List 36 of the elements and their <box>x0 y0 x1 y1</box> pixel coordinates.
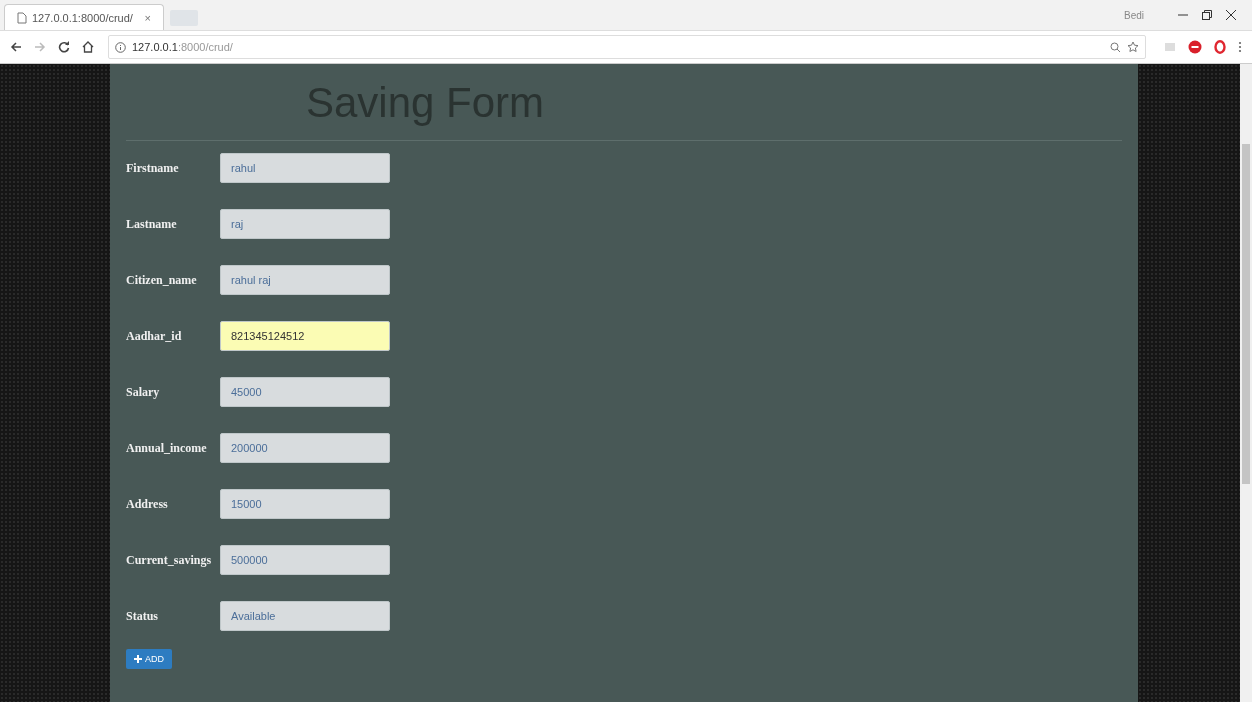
browser-tab[interactable]: 127.0.0.1:8000/crud/ × <box>4 4 164 30</box>
input-field[interactable]: 821345124512 <box>220 321 390 351</box>
input-field[interactable]: 200000 <box>220 433 390 463</box>
input-field[interactable]: rahul <box>220 153 390 183</box>
home-icon[interactable] <box>82 41 94 53</box>
close-icon[interactable] <box>1226 10 1236 20</box>
input-field[interactable]: rahul raj <box>220 265 390 295</box>
field-label: Lastname <box>126 216 178 232</box>
stop-sign-icon[interactable] <box>1188 40 1202 54</box>
field-label: Firstname <box>126 160 180 176</box>
input-field[interactable]: Available <box>220 601 390 631</box>
close-tab-button[interactable]: × <box>144 11 151 24</box>
reload-icon[interactable] <box>58 41 70 53</box>
input-field[interactable]: 45000 <box>220 377 390 407</box>
field-label: Salary <box>126 384 161 400</box>
plus-icon <box>134 655 142 663</box>
field-label: Current_savings <box>126 552 213 568</box>
address-bar[interactable]: 127.0.0.1:8000/crud/ <box>108 35 1146 59</box>
add-button[interactable]: ADD <box>126 649 172 669</box>
field-label: Citizen_name <box>126 272 198 288</box>
opera-icon[interactable] <box>1214 40 1226 54</box>
field-label: Annual_income <box>126 440 208 456</box>
profile-name[interactable]: Bedi <box>1124 9 1144 21</box>
star-icon[interactable] <box>1127 41 1139 53</box>
menu-icon[interactable] <box>1238 41 1242 53</box>
field-label: Aadhar_id <box>126 328 183 344</box>
back-icon[interactable] <box>10 41 22 53</box>
info-icon <box>115 41 126 53</box>
page-icon <box>17 11 27 24</box>
field-label: Address <box>126 496 169 512</box>
input-field[interactable]: 500000 <box>220 545 390 575</box>
zoom-icon[interactable] <box>1110 41 1121 53</box>
field-label: Status <box>126 608 159 624</box>
input-field[interactable]: 15000 <box>220 489 390 519</box>
restore-icon[interactable] <box>1202 10 1212 20</box>
input-field[interactable]: raj <box>220 209 390 239</box>
